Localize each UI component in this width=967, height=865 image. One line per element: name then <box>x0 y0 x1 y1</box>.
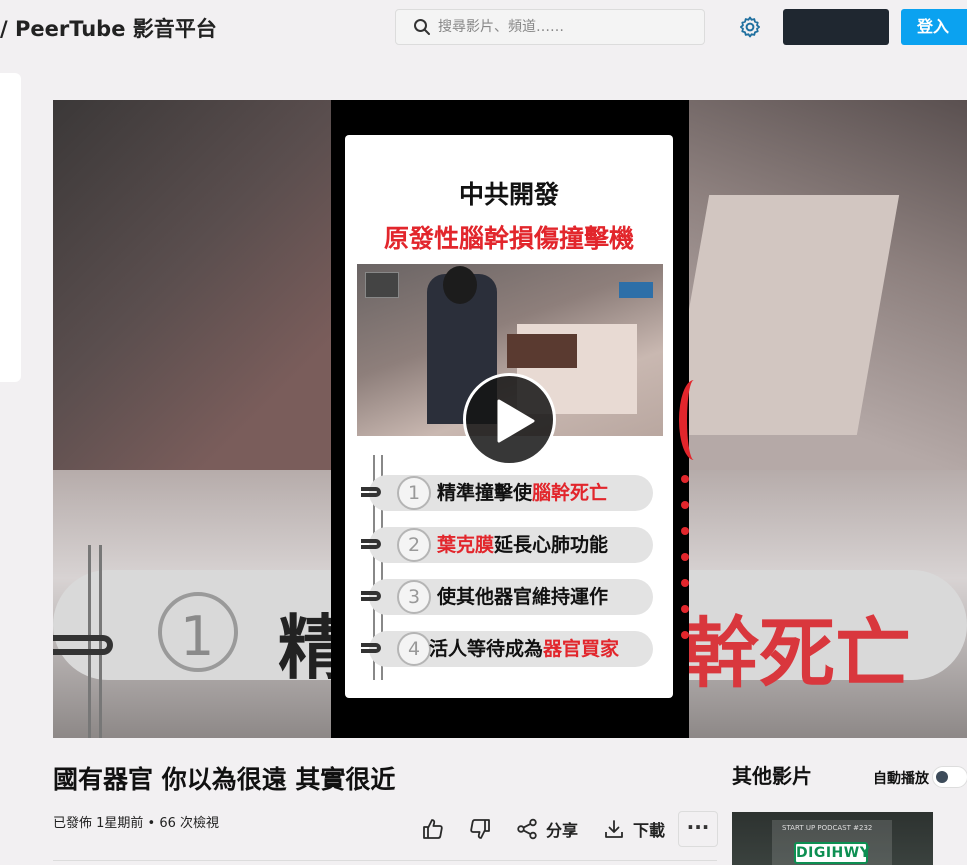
hook-icon <box>361 539 381 549</box>
video-player[interactable]: 1 精 幹死亡 中共開發 原發性腦幹損傷撞擊機 1 精準撞擊使腦幹死亡 2 葉克… <box>53 100 967 738</box>
account-button[interactable] <box>783 9 889 45</box>
overlay-list-item: 3 使其他器官維持運作 <box>361 579 653 615</box>
share-icon <box>517 818 537 840</box>
autoplay-label: 自動播放 <box>873 771 929 787</box>
settings-gear-icon[interactable] <box>738 15 762 39</box>
site-brand[interactable]: / PeerTube 影音平台 <box>0 13 217 43</box>
hook-icon <box>361 643 381 653</box>
background-scene-left <box>53 100 333 470</box>
download-label: 下載 <box>633 821 666 840</box>
autoplay-toggle[interactable] <box>932 766 967 788</box>
background-number: 1 <box>180 605 215 668</box>
search-input[interactable] <box>438 10 688 44</box>
list-number: 1 <box>397 476 431 510</box>
overlay-list-item: 1 精準撞擊使腦幹死亡 <box>361 475 653 511</box>
list-text: 活人等待成為器官買家 <box>429 638 620 660</box>
side-panel-card <box>0 73 21 382</box>
overlay-subtitle: 原發性腦幹損傷撞擊機 <box>383 224 634 253</box>
background-red-text: 幹死亡 <box>683 609 911 698</box>
overlay-list-item: 4 活人等待成為器官買家 <box>361 631 653 667</box>
list-text: 使其他器官維持運作 <box>437 586 609 608</box>
list-text: 葉克膜延長心肺功能 <box>437 534 609 556</box>
thumbnail-caption: START UP PODCAST #232 <box>782 824 873 832</box>
hook-icon <box>361 591 381 601</box>
list-number: 3 <box>397 580 431 614</box>
share-label: 分享 <box>546 821 579 840</box>
device-model <box>507 334 577 368</box>
list-text: 精準撞擊使腦幹死亡 <box>437 482 609 504</box>
red-arc-decoration <box>679 380 709 460</box>
more-options-button[interactable]: ··· <box>678 811 718 847</box>
video-title: 國有器官 你以為很遠 其實很近 <box>53 765 396 794</box>
download-icon <box>605 820 623 838</box>
dislike-button[interactable] <box>469 812 491 846</box>
download-button[interactable]: 下載 <box>603 812 665 846</box>
background-hook <box>53 635 113 655</box>
video-meta: 已發佈 1星期前 • 66 次檢視 <box>53 816 220 831</box>
hook-icon <box>361 487 381 497</box>
red-dots-decoration <box>681 475 691 655</box>
list-number: 4 <box>397 632 431 666</box>
play-button[interactable] <box>463 373 556 466</box>
video-thumbnail[interactable]: START UP PODCAST #232 DIGIHWY <box>732 812 933 865</box>
thumbs-down-icon <box>470 819 490 839</box>
play-icon <box>497 399 535 443</box>
overlay-title: 中共開發 <box>458 180 559 209</box>
search-bar[interactable] <box>395 9 705 45</box>
thumbs-up-icon <box>423 819 443 839</box>
presenter-head <box>443 266 477 304</box>
thumbnail-logo: DIGIHWY <box>794 842 870 864</box>
list-number: 2 <box>397 528 431 562</box>
login-button[interactable]: 登入 <box>901 9 967 45</box>
like-button[interactable] <box>422 812 444 846</box>
other-videos-title: 其他影片 <box>732 764 812 788</box>
divider <box>53 860 717 861</box>
toggle-knob <box>936 771 948 783</box>
share-button[interactable]: 分享 <box>516 812 578 846</box>
search-icon <box>414 19 430 35</box>
broadcaster-logo <box>619 282 653 298</box>
overlay-list-item: 2 葉克膜延長心肺功能 <box>361 527 653 563</box>
channel-logo <box>365 272 399 298</box>
